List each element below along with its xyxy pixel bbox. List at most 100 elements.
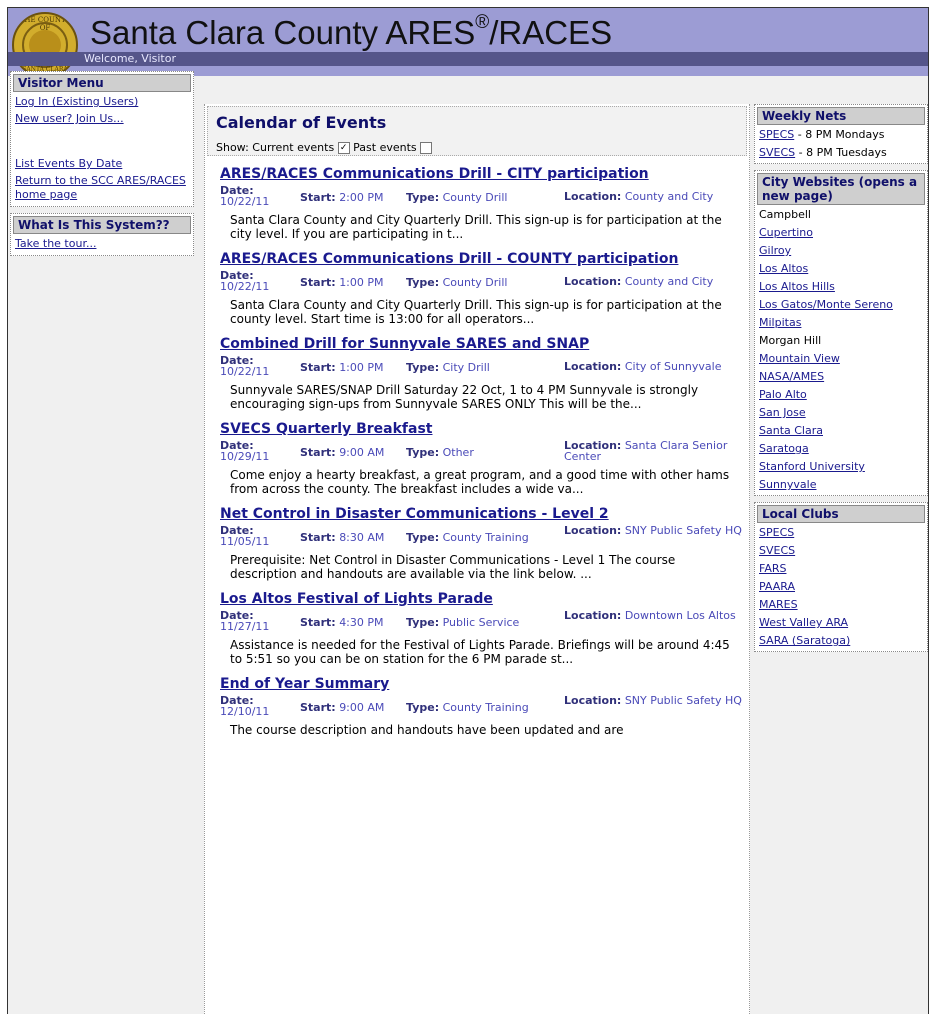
event-type: Type: County Drill <box>406 191 508 204</box>
event-meta: Date: 11/27/11 Start: 4:30 PM Type: Public … <box>220 610 741 634</box>
net-link[interactable]: SPECS <box>759 128 794 141</box>
city-websites-title: City Websites (opens a new page) <box>757 173 925 205</box>
site-title: Santa Clara County ARES®/RACES <box>90 12 613 51</box>
event-location: Location: Santa Clara Senior Center <box>564 439 728 463</box>
city-link[interactable]: Palo Alto <box>759 388 807 401</box>
event-date: Date: 10/22/11 <box>220 184 270 208</box>
weekly-nets-title: Weekly Nets <box>757 107 925 125</box>
event-type: Type: Public Service <box>406 616 520 629</box>
city-item: NASA/AMES <box>755 369 927 387</box>
event-description: Assistance is needed for the Festival of… <box>230 638 730 666</box>
net-item: SVECS - 8 PM Tuesdays <box>755 145 927 163</box>
city-item: San Jose <box>755 405 927 423</box>
calendar-header: Calendar of Events Show: Current events … <box>207 106 747 156</box>
event-type: Type: County Drill <box>406 276 508 289</box>
city-link[interactable]: Stanford University <box>759 460 865 473</box>
event-title-link[interactable]: ARES/RACES Communications Drill - CITY p… <box>220 166 649 182</box>
event-start: Start: 1:00 PM <box>300 276 384 289</box>
city-link[interactable]: Los Gatos/Monte Sereno <box>759 298 893 311</box>
event-date: Date: 12/10/11 <box>220 694 270 718</box>
event-location: Location: Downtown Los Altos <box>564 609 736 622</box>
city-label: Campbell <box>759 208 811 221</box>
city-item: Mountain View <box>755 351 927 369</box>
join-link[interactable]: New user? Join Us... <box>15 112 124 125</box>
site-header: THE COUNTY OF SANTA CLARA Santa Clara Co… <box>8 8 928 78</box>
club-item: FARS <box>755 561 927 579</box>
club-link[interactable]: SPECS <box>759 526 794 539</box>
right-sidebar: Weekly Nets SPECS - 8 PM Mondays SVECS - … <box>754 104 928 658</box>
club-item: SPECS <box>755 525 927 543</box>
net-item: SPECS - 8 PM Mondays <box>755 127 927 145</box>
club-item: SVECS <box>755 543 927 561</box>
page-frame: THE COUNTY OF SANTA CLARA Santa Clara Co… <box>7 7 929 1014</box>
event-item: Combined Drill for Sunnyvale SARES and S… <box>205 336 749 411</box>
event-start: Start: 8:30 AM <box>300 531 385 544</box>
city-item: Stanford University <box>755 459 927 477</box>
city-item: Campbell <box>755 207 927 225</box>
city-link[interactable]: Santa Clara <box>759 424 823 437</box>
club-item: West Valley ARA <box>755 615 927 633</box>
login-link[interactable]: Log In (Existing Users) <box>15 95 138 108</box>
club-item: SARA (Saratoga) <box>755 633 927 651</box>
event-title-link[interactable]: ARES/RACES Communications Drill - COUNTY… <box>220 251 678 267</box>
club-item: MARES <box>755 597 927 615</box>
return-home-link[interactable]: Return to the SCC ARES/RACES home page <box>15 174 186 201</box>
city-label: Morgan Hill <box>759 334 822 347</box>
club-link[interactable]: FARS <box>759 562 786 575</box>
event-title-link[interactable]: Combined Drill for Sunnyvale SARES and S… <box>220 336 589 352</box>
city-link[interactable]: Cupertino <box>759 226 813 239</box>
welcome-text: Welcome, Visitor <box>84 52 177 65</box>
event-item: ARES/RACES Communications Drill - CITY p… <box>205 166 749 241</box>
welcome-bar: Welcome, Visitor <box>8 52 928 66</box>
city-link[interactable]: Mountain View <box>759 352 840 365</box>
event-type: Type: City Drill <box>406 361 490 374</box>
about-system-box: What Is This System?? Take the tour... <box>10 213 194 256</box>
event-meta: Date: 11/05/11 Start: 8:30 AM Type: County … <box>220 524 742 549</box>
club-link[interactable]: SARA (Saratoga) <box>759 634 850 647</box>
event-description: Santa Clara County and City Quarterly Dr… <box>230 298 722 326</box>
event-meta: Date: 10/29/11 Start: 9:00 AM Type: Other Lo… <box>220 440 741 464</box>
net-link[interactable]: SVECS <box>759 146 795 159</box>
about-system-title: What Is This System?? <box>13 216 191 234</box>
event-title-link[interactable]: Los Altos Festival of Lights Parade <box>220 591 493 607</box>
event-item: SVECS Quarterly Breakfast Date: 10/29/11 St… <box>205 421 749 496</box>
city-link[interactable]: Los Altos <box>759 262 808 275</box>
past-events-checkbox[interactable] <box>420 142 433 154</box>
city-link[interactable]: Sunnyvale <box>759 478 816 491</box>
city-link[interactable]: Saratoga <box>759 442 809 455</box>
city-websites-box: City Websites (opens a new page) Campbel… <box>754 170 928 496</box>
club-link[interactable]: MARES <box>759 598 798 611</box>
event-title-link[interactable]: Net Control in Disaster Communications -… <box>220 506 609 522</box>
visitor-menu-box: Visitor Menu Log In (Existing Users) New… <box>10 71 194 207</box>
event-description: Come enjoy a hearty breakfast, a great p… <box>230 468 730 496</box>
event-meta: Date: 10/22/11 Start: 2:00 PM Type: County … <box>220 185 741 209</box>
event-item: Los Altos Festival of Lights Parade Date:… <box>205 591 749 666</box>
event-item: ARES/RACES Communications Drill - COUNTY… <box>205 251 749 326</box>
take-tour-link[interactable]: Take the tour... <box>15 237 96 250</box>
event-description: The course description and handouts have… <box>230 723 624 737</box>
club-link[interactable]: SVECS <box>759 544 795 557</box>
event-date: Date: 11/05/11 <box>220 524 270 548</box>
event-date: Date: 10/29/11 <box>220 439 270 463</box>
event-location: Location: County and City <box>564 275 714 288</box>
city-link[interactable]: NASA/AMES <box>759 370 824 383</box>
city-item: Morgan Hill <box>755 333 927 351</box>
city-item: Saratoga <box>755 441 927 459</box>
city-item: Los Altos Hills <box>755 279 927 297</box>
club-link[interactable]: PAARA <box>759 580 795 593</box>
current-events-checkbox[interactable]: ✓ <box>337 142 350 154</box>
city-link[interactable]: San Jose <box>759 406 806 419</box>
city-link[interactable]: Milpitas <box>759 316 801 329</box>
event-title-link[interactable]: SVECS Quarterly Breakfast <box>220 421 432 437</box>
event-title-link[interactable]: End of Year Summary <box>220 676 389 692</box>
weekly-nets-box: Weekly Nets SPECS - 8 PM Mondays SVECS - … <box>754 104 928 164</box>
list-events-link[interactable]: List Events By Date <box>15 157 122 170</box>
event-start: Start: 1:00 PM <box>300 361 384 374</box>
city-item: Santa Clara <box>755 423 927 441</box>
city-item: Los Altos <box>755 261 927 279</box>
club-link[interactable]: West Valley ARA <box>759 616 848 629</box>
event-type: Type: Other <box>406 446 474 459</box>
event-date: Date: 10/22/11 <box>220 354 270 378</box>
city-link[interactable]: Los Altos Hills <box>759 280 835 293</box>
city-link[interactable]: Gilroy <box>759 244 791 257</box>
